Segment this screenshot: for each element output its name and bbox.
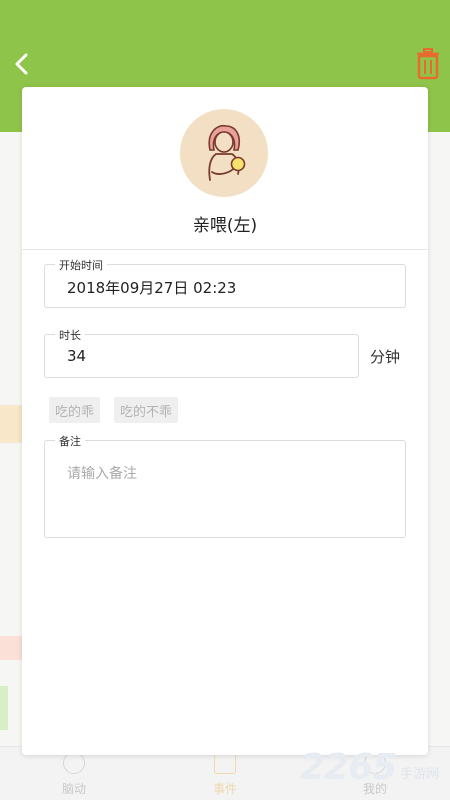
watermark-text: 手游网 — [400, 767, 440, 782]
record-dialog: 亲喂(左) 开始时间 2018年09月27日 02:23 时长 34 分钟 吃的… — [22, 87, 428, 755]
note-placeholder: 请输入备注 — [67, 466, 137, 482]
avatar — [180, 109, 268, 197]
duration-field[interactable]: 时长 34 — [44, 327, 359, 378]
watermark: 2265 手游网 — [300, 747, 440, 788]
dialog-title: 亲喂(左) — [192, 216, 258, 236]
duration-value: 34 — [67, 347, 87, 365]
back-button[interactable] — [8, 48, 36, 80]
start-time-field[interactable]: 开始时间 2018年09月27日 02:23 — [44, 257, 406, 308]
delete-button[interactable] — [414, 46, 442, 82]
screen: 脑动 事件 我的 亲喂(左) 开始时间 2018年09月27日 02:23 时长… — [0, 0, 450, 800]
tab-label: 事件 — [212, 781, 237, 796]
background-stripe — [0, 405, 22, 443]
start-time-label: 开始时间 — [55, 257, 107, 273]
note-field[interactable]: 备注 请输入备注 — [44, 433, 406, 538]
start-time-value: 2018年09月27日 02:23 — [67, 279, 237, 297]
background-stripe — [0, 636, 22, 660]
divider — [22, 249, 428, 250]
tab-label: 脑动 — [61, 781, 86, 796]
duration-label: 时长 — [55, 327, 85, 343]
watermark-number: 2265 — [300, 747, 397, 788]
background-stripe — [0, 686, 8, 730]
tag-ate-poorly[interactable]: 吃的不乖 — [114, 397, 179, 423]
breastfeeding-icon — [208, 124, 246, 181]
trash-icon — [417, 48, 439, 80]
chevron-left-icon — [15, 53, 28, 75]
tag-ate-well[interactable]: 吃的乖 — [49, 397, 101, 423]
note-label: 备注 — [55, 433, 85, 449]
duration-unit: 分钟 — [370, 348, 401, 366]
